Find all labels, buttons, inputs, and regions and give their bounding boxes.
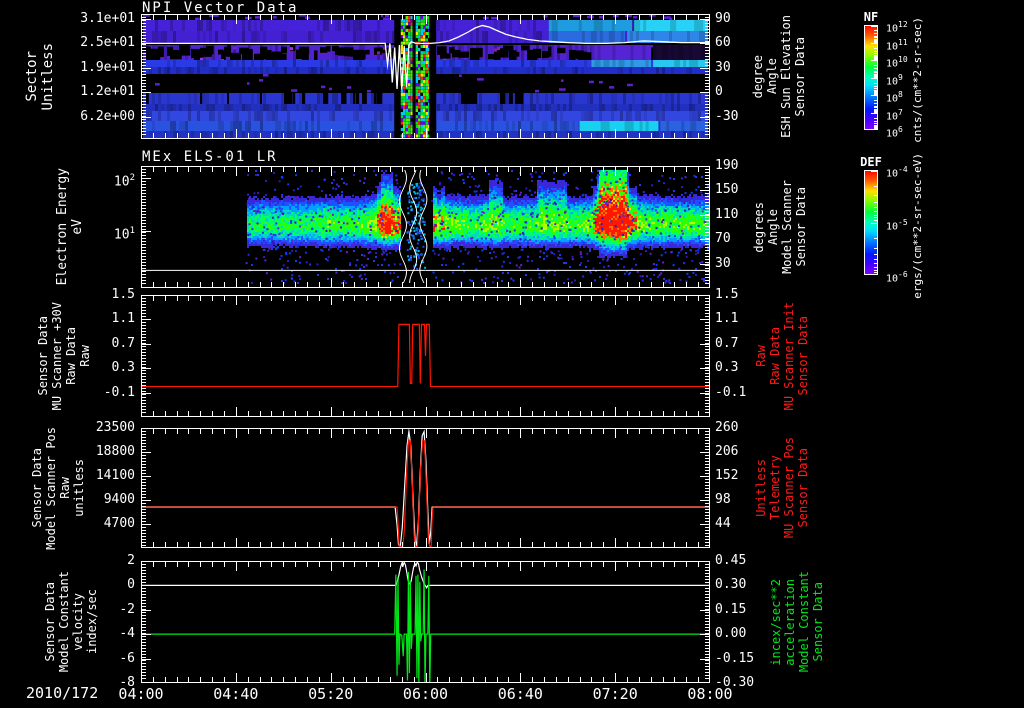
x-axis-tick-label: 08:00 (687, 685, 733, 703)
nf-colorbar-tick: 1012 (886, 20, 908, 35)
panel5-ytick-left: -6 (119, 650, 135, 666)
panel4-ytick-right: 44 (715, 516, 731, 531)
def-colorbar-tick: 10-5 (886, 217, 908, 232)
panel2-ytick-left: 102 (113, 172, 135, 190)
panel4-ytick-right: 260 (715, 420, 739, 435)
panel1-ytick-right: 30 (715, 59, 731, 75)
def-colorbar-tick: 10-4 (886, 165, 908, 180)
def-colorbar (864, 170, 878, 275)
panel5-ytick-left: 0 (127, 577, 135, 593)
panel4-ytick-left: 23500 (95, 420, 135, 435)
panel1-ytick-left: 3.1e+01 (80, 11, 135, 26)
panel3-ytick-right: 0.7 (715, 335, 739, 351)
def-colorbar-tick: 10-6 (886, 270, 908, 285)
nf-colorbar-units: cnts/(cm**2-sr-sec) (911, 17, 924, 143)
x-axis-tick-label: 06:40 (497, 685, 543, 703)
plot-page: NPI Vector Data MEx ELS-01 LR NF DEF cnt… (0, 0, 1024, 708)
panel5-ytick-left: -2 (119, 601, 135, 617)
panel5-right-axis-label: Sensor Data Model Constant acceleration … (769, 571, 825, 673)
nf-colorbar-tick: 1010 (886, 55, 908, 70)
panel4-ytick-left: 9400 (103, 492, 135, 507)
panel5-ytick-right: 0.45 (715, 553, 747, 568)
panel5-ytick-right: -0.15 (715, 650, 755, 666)
panel4-ytick-left: 4700 (103, 516, 135, 531)
x-axis-tick-label: 07:20 (592, 685, 638, 703)
x-axis-tick-label: 06:00 (402, 685, 449, 703)
panel4-ytick-right: 206 (715, 444, 739, 459)
panel1-ytick-right: 60 (715, 35, 731, 51)
panel4-ytick-right: 152 (715, 468, 739, 483)
panel4-right-axis-label: Sensor Data MU Scanner Pos Telemetry Uni… (754, 437, 810, 539)
def-colorbar-units: ergs/(cm**2-sr-sec-eV) (911, 152, 924, 299)
panel2-ytick-left: 101 (113, 226, 135, 243)
x-axis-tick-label: 04:00 (118, 685, 164, 703)
panel2-ytick-right: 190 (715, 158, 739, 173)
panel3-ytick-left: -0.1 (103, 384, 135, 400)
nf-colorbar-tick: 108 (886, 90, 903, 105)
panel3-ytick-right: 0.3 (715, 360, 739, 376)
panel1-ytick-left: 1.2e+01 (80, 84, 135, 100)
nf-colorbar-tick: 1011 (886, 37, 908, 52)
els-spectrogram-canvas (141, 166, 710, 288)
mu30v-line-canvas (141, 295, 710, 417)
panel3-right-axis-label: Sensor Data MU Scanner Init Raw Data Raw (754, 301, 810, 411)
panel1-ytick-left: 1.9e+01 (80, 59, 135, 75)
panel1-ytick-right: -30 (715, 108, 739, 124)
velocity-line-canvas (141, 561, 710, 683)
panel1-ytick-left: 6.2e+00 (80, 108, 135, 124)
panel2-title: MEx ELS-01 LR (142, 149, 278, 165)
panel5-ytick-right: 0.30 (715, 577, 747, 593)
nf-colorbar (864, 25, 878, 130)
panel2-ytick-right: 110 (715, 206, 739, 222)
panel4-ytick-left: 14100 (95, 468, 135, 483)
panel1-ytick-left: 2.5e+01 (80, 35, 135, 51)
panel2-ytick-right: 150 (715, 182, 739, 198)
panel4-ytick-left: 18800 (95, 444, 135, 459)
panel2-right-axis-label: Sensor Data Model Scanner Angle degrees (752, 180, 808, 274)
panel1-left-axis-label: Sector Unitless (24, 42, 56, 111)
nf-colorbar-tick: 107 (886, 107, 903, 122)
nf-colorbar-tick: 106 (886, 125, 903, 140)
nf-colorbar-title: NF (863, 10, 879, 24)
panel3-ytick-left: 1.5 (111, 287, 135, 302)
panel5-ytick-right: 0.15 (715, 601, 747, 617)
panel1-right-axis-label: Sensor Data ESH Sun Elevation Angle degr… (751, 15, 807, 138)
panel3-ytick-right: 1.5 (715, 287, 739, 302)
panel3-ytick-left: 0.3 (111, 360, 135, 376)
panel5-ytick-left: 2 (127, 553, 135, 568)
scanpos-line-canvas (141, 428, 710, 548)
panel2-ytick-right: 30 (715, 255, 731, 271)
npi-spectrogram-canvas (141, 14, 710, 139)
panel3-ytick-right: -0.1 (715, 384, 747, 400)
panel3-ytick-left: 0.7 (111, 335, 135, 351)
panel3-ytick-left: 1.1 (111, 311, 135, 327)
panel2-ytick-right: 70 (715, 231, 731, 247)
panel3-ytick-right: 1.1 (715, 311, 739, 327)
panel4-ytick-right: 98 (715, 492, 731, 507)
x-axis-tick-label: 05:20 (308, 685, 354, 703)
panel5-ytick-right: 0.00 (715, 626, 747, 642)
panel1-ytick-right: 0 (715, 84, 723, 100)
x-axis-tick-label: 04:40 (213, 685, 259, 703)
panel1-ytick-right: 90 (715, 11, 731, 26)
panel5-ytick-left: -4 (119, 626, 135, 642)
def-colorbar-title: DEF (860, 155, 882, 169)
nf-colorbar-tick: 109 (886, 72, 903, 87)
